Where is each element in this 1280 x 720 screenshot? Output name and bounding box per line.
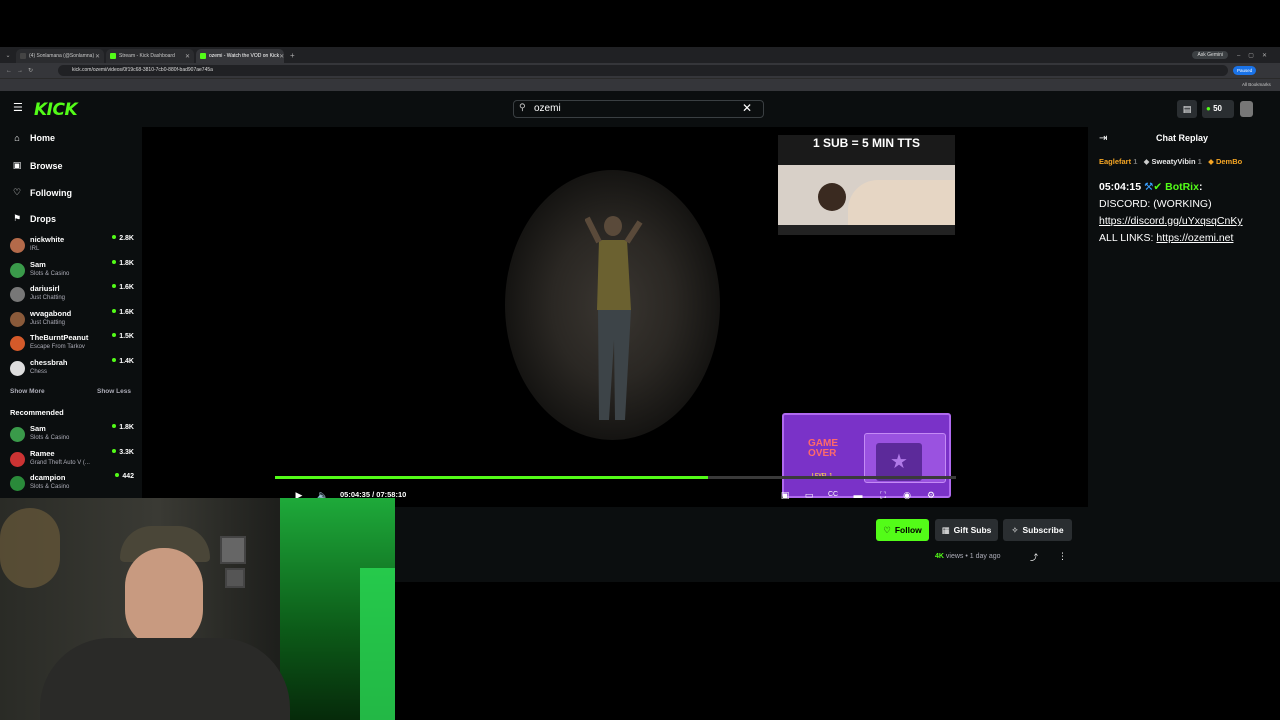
menu-icon[interactable]: ☰: [13, 103, 23, 114]
kicks-icon: ●: [1206, 104, 1211, 113]
show-less-button[interactable]: Show Less: [97, 388, 131, 395]
top-gifters-bar: Eaglefart 1 ◆ SweatyVibin 1 ◆ DemBo: [1099, 157, 1243, 166]
kicks-balance[interactable]: ● 50: [1202, 100, 1234, 118]
close-icon[interactable]: ✕: [279, 53, 284, 60]
avatar: [10, 452, 25, 467]
facecam-overlay: [0, 498, 395, 720]
cam-banner-text: 1 SUB = 5 MIN TTS: [812, 136, 921, 150]
tab-search-icon[interactable]: ⌄: [0, 52, 16, 59]
sidebar-item-drops[interactable]: ⚑ Drops: [12, 213, 56, 224]
search-icon: ⚲: [519, 102, 526, 112]
streamer-cam-overlay: [778, 135, 955, 235]
home-icon: ⌂: [14, 133, 20, 143]
settings-gear-icon[interactable]: ⚙: [925, 489, 937, 501]
chat-message: 05:04:15 ⚒✔ BotRix: DISCORD: (WORKING) h…: [1099, 181, 1243, 244]
gift-icon: ▦: [941, 524, 950, 535]
recommended-heading: Recommended: [10, 408, 64, 417]
theater-icon[interactable]: ▭: [803, 489, 815, 501]
chat-username[interactable]: BotRix: [1165, 181, 1199, 193]
following-channel[interactable]: chessbrah Chess 1.4K: [10, 358, 134, 382]
show-more-button[interactable]: Show More: [10, 388, 45, 395]
window-controls[interactable]: –▢✕: [1232, 52, 1280, 59]
avatar: [10, 312, 25, 327]
more-options-icon[interactable]: ⋮: [1058, 551, 1067, 562]
pip-icon[interactable]: ▣: [779, 489, 791, 501]
browse-icon: ▣: [12, 160, 22, 170]
captions-icon[interactable]: CC: [827, 489, 839, 501]
nav-buttons[interactable]: ←→↻: [0, 67, 58, 74]
avatar: [10, 361, 25, 376]
browser-tab[interactable]: ozemi - Watch the VOD on Kick ✕: [196, 49, 284, 63]
recommended-channel[interactable]: Ramee Grand Theft Auto V (... 3.3K: [10, 449, 134, 473]
speed-icon[interactable]: ◉: [901, 489, 913, 501]
url-field[interactable]: kick.com/ozemi/videos/0f19c68-3810-7cb0-…: [58, 65, 1228, 76]
verified-badge-icon: ✔: [1153, 181, 1163, 193]
following-channel[interactable]: TheBurntPeanut Escape From Tarkov 1.5K: [10, 333, 134, 357]
right-gutter: [1088, 507, 1280, 582]
heart-icon: ♡: [883, 524, 891, 535]
avatar: [10, 238, 25, 253]
following-channel[interactable]: wvagabond Just Chatting 1.6K: [10, 309, 134, 333]
avatar: [10, 476, 25, 491]
follow-button[interactable]: ♡ Follow: [876, 519, 929, 541]
hammer-badge-icon: ⚒: [1143, 181, 1154, 193]
bookmarks-bar: All Bookmarks: [0, 78, 1280, 91]
avatar: [10, 336, 25, 351]
sidebar: ⌂ Home ▣ Browse ♡ Following ⚑ Drops nickwhit…: [0, 127, 142, 499]
clear-search-icon[interactable]: ✕: [742, 101, 752, 115]
chat-link[interactable]: https://discord.gg/uYxqsqCnKy: [1099, 215, 1243, 227]
gift-subs-button[interactable]: ▦ Gift Subs: [935, 519, 998, 541]
gifter-icon: ◆: [1143, 157, 1150, 166]
game-over-overlay: GAME OVER LEVEL 1 ★: [782, 413, 951, 498]
browser-tab[interactable]: Stream - Kick Dashboard ✕: [106, 49, 194, 63]
video-frame-figure: [585, 216, 643, 420]
paused-profile-button[interactable]: Paused: [1233, 66, 1257, 75]
sidebar-item-browse[interactable]: ▣ Browse: [12, 160, 63, 171]
browse-layout-icon[interactable]: ▤: [1177, 100, 1197, 118]
following-channel[interactable]: Sam Slots & Casino 1.8K: [10, 260, 134, 284]
collapse-chat-icon[interactable]: ⇥: [1099, 133, 1107, 144]
recommended-channel[interactable]: dcampion Slots & Casino 442: [10, 473, 134, 497]
share-icon[interactable]: ⤴: [1030, 552, 1038, 563]
browser-tab-bar: ⌄ (4) Sonlamana (@Sonlamna) ✕ Stream - Ki…: [0, 47, 1280, 63]
kick-logo[interactable]: KICK: [34, 100, 78, 120]
avatar: [10, 427, 25, 442]
avatar: [10, 287, 25, 302]
drops-icon: ⚑: [12, 213, 22, 223]
avatar: [10, 263, 25, 278]
sparkle-icon: ✧: [1011, 524, 1019, 535]
ask-gemini-button[interactable]: Ask Gemini: [1192, 51, 1228, 59]
avatar[interactable]: [1240, 101, 1253, 117]
chat-link[interactable]: https://ozemi.net: [1156, 232, 1233, 244]
sidebar-item-home[interactable]: ⌂ Home: [12, 133, 55, 143]
following-channel[interactable]: nickwhite IRL 2.8K: [10, 235, 134, 259]
recommended-channel[interactable]: Sam Slots & Casino 1.8K: [10, 424, 134, 448]
sidebar-item-following[interactable]: ♡ Following: [12, 187, 72, 198]
fullscreen-icon[interactable]: ⛶: [877, 489, 889, 501]
close-icon[interactable]: ✕: [95, 53, 100, 60]
heart-icon: ♡: [12, 187, 22, 197]
progress-fill: [275, 476, 709, 479]
new-tab-button[interactable]: +: [290, 51, 295, 60]
subscribe-button[interactable]: ✧ Subscribe: [1003, 519, 1072, 541]
browser-tab[interactable]: (4) Sonlamana (@Sonlamna) ✕: [16, 49, 104, 63]
all-bookmarks[interactable]: All Bookmarks: [1242, 82, 1271, 87]
overlay-title: GAME OVER: [808, 438, 838, 459]
close-icon[interactable]: ✕: [185, 53, 190, 60]
chat-title: Chat Replay: [1156, 133, 1209, 143]
gifter-icon: ◆: [1208, 157, 1214, 166]
mini-player-icon[interactable]: ▬: [852, 489, 864, 501]
search-value: ozemi: [534, 103, 561, 114]
following-channel[interactable]: dariusirl Just Chatting 1.6K: [10, 284, 134, 308]
screen-top-border: [0, 0, 1280, 47]
video-stats: 4K views • 1 day ago: [935, 553, 1001, 560]
